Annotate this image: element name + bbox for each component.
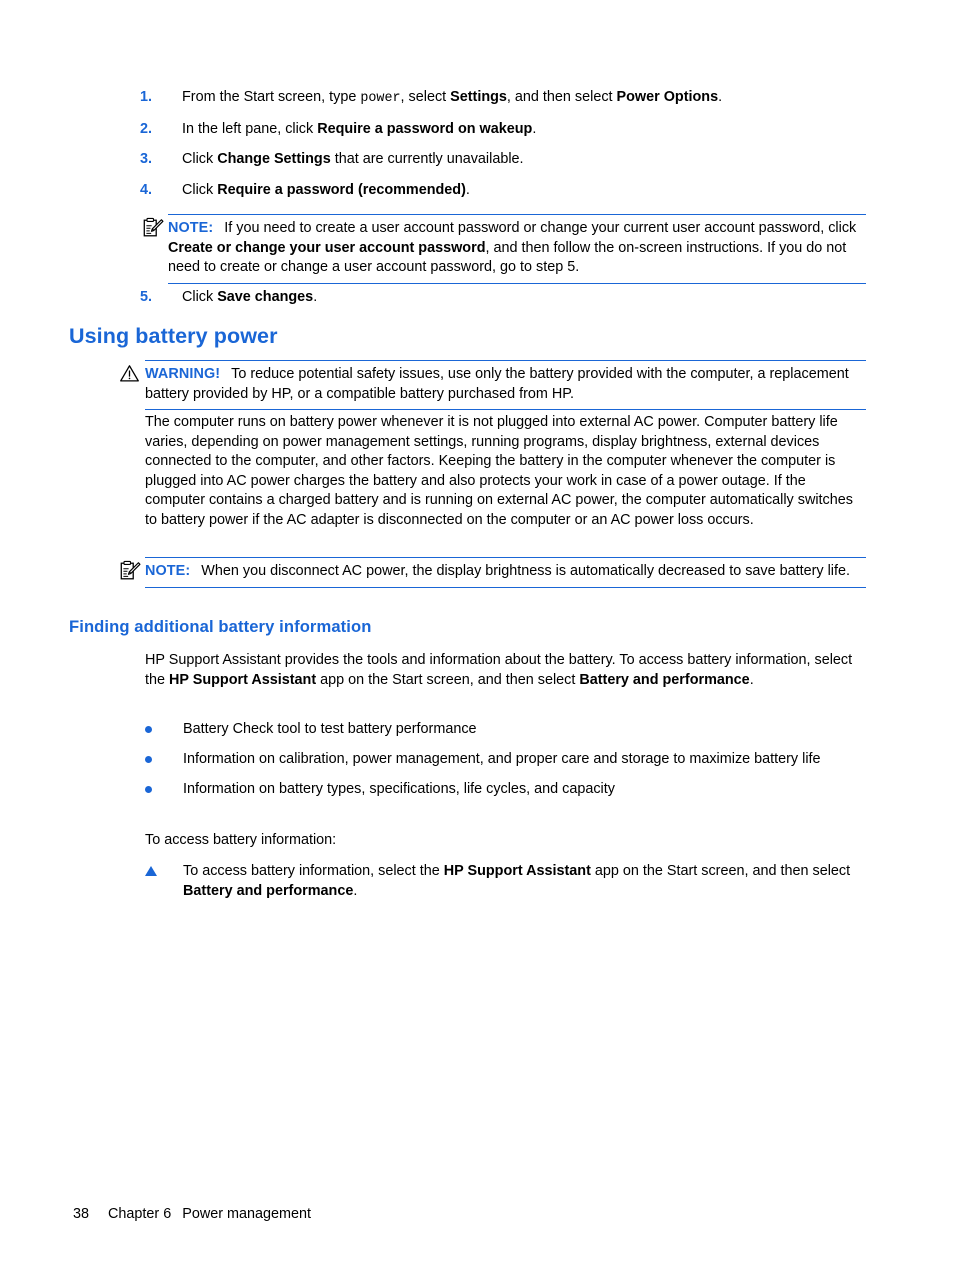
list-item: Battery Check tool to test battery perfo…: [145, 720, 870, 740]
paragraph-battery-power: The computer runs on battery power whene…: [145, 414, 853, 528]
bullet-dot-icon: [145, 780, 183, 794]
step-text: Click Save changes.: [182, 289, 318, 305]
warning-text: To reduce potential safety issues, use o…: [145, 366, 849, 402]
warning-triangle-icon: [119, 363, 141, 385]
document-page: 1. From the Start screen, type power, se…: [0, 0, 954, 1270]
note-text: If you need to create a user account pas…: [168, 220, 857, 276]
warning-label: WARNING!: [145, 366, 221, 382]
list-item: 3. Click Change Settings that are curren…: [140, 150, 880, 170]
note-text: When you disconnect AC power, the displa…: [201, 563, 851, 579]
list-item: 2. In the left pane, click Require a pas…: [140, 120, 880, 140]
step-number: 3.: [140, 151, 153, 168]
step-number: 4.: [140, 181, 153, 198]
list-item: Information on battery types, specificat…: [145, 780, 870, 800]
step-text: In the left pane, click Require a passwo…: [182, 120, 537, 137]
list-item: 1. From the Start screen, type power, se…: [140, 88, 880, 109]
warning-callout: WARNING! To reduce potential safety issue…: [120, 360, 866, 411]
note-label: NOTE:: [145, 563, 191, 579]
numbered-step-list: 1. From the Start screen, type power, se…: [140, 88, 880, 211]
step-number: 1.: [140, 89, 153, 105]
page-footer: 38 Chapter 6 Power management: [57, 1190, 311, 1238]
footer-chapter-title: Power management: [182, 1206, 312, 1222]
footer-chapter: Chapter 6: [108, 1206, 172, 1222]
list-item: Information on calibration, power manage…: [145, 750, 870, 770]
bullet-dot-icon: [145, 720, 183, 733]
step-number: 5.: [140, 289, 153, 305]
callout-bottom-rule: [145, 586, 866, 588]
bullet-dot-icon: [145, 750, 183, 764]
callout-bottom-rule: [145, 409, 866, 411]
note-callout: NOTE: If you need to create a user accoun…: [143, 214, 866, 284]
step-text: Click Require a password (recommended).: [182, 181, 470, 198]
step-text: Click Change Settings that are currently…: [182, 151, 524, 168]
note-clipboard-pencil-icon: [119, 560, 141, 582]
bullet-list: Battery Check tool to test battery perfo…: [145, 720, 870, 810]
callout-bottom-rule: [168, 282, 866, 284]
list-item: 5. Click Save changes.: [140, 288, 880, 308]
paragraph-to-access: To access battery information:: [145, 832, 337, 848]
note-callout: NOTE: When you disconnect AC power, the d…: [120, 557, 866, 588]
footer-page-number: 38: [73, 1206, 90, 1222]
bullet-text: To access battery information, select th…: [183, 863, 851, 899]
note-clipboard-pencil-icon: [142, 217, 164, 239]
section-heading: Finding additional battery information: [69, 617, 372, 636]
step-text: From the Start screen, type power, selec…: [182, 89, 723, 106]
bullet-triangle-icon: [145, 862, 183, 876]
step-number: 2.: [140, 120, 153, 137]
note-label: NOTE:: [168, 220, 214, 236]
triangle-bullet-list: To access battery information, select th…: [145, 862, 865, 912]
numbered-step-list-continued: 5. Click Save changes.: [140, 288, 880, 319]
list-item: 4. Click Require a password (recommended…: [140, 181, 880, 201]
bullet-text: Information on battery types, specificat…: [183, 781, 615, 798]
list-item: To access battery information, select th…: [145, 862, 865, 901]
bullet-text: Information on calibration, power manage…: [183, 751, 821, 768]
bullet-text: Battery Check tool to test battery perfo…: [183, 721, 477, 737]
paragraph-hp-support-assistant: HP Support Assistant provides the tools …: [145, 652, 853, 688]
page-title: Using battery power: [69, 324, 278, 348]
